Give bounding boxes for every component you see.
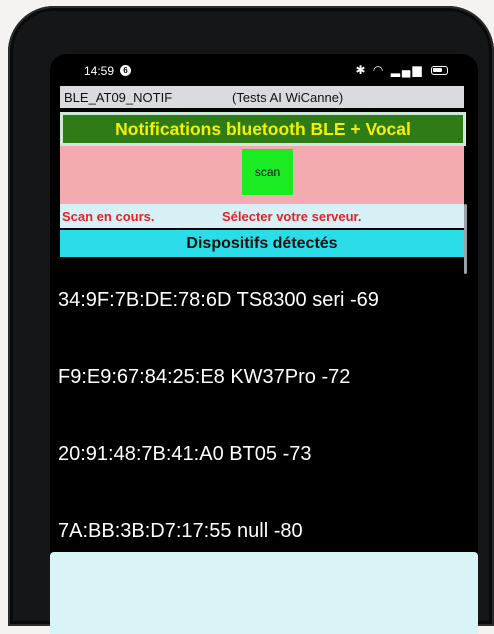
scan-button[interactable]: scan xyxy=(242,149,293,195)
devices-header: Dispositifs détectés xyxy=(60,230,464,257)
device-list-item[interactable]: F9:E9:67:84:25:E8 KW37Pro -72 xyxy=(58,357,468,397)
select-server-prompt: Sélecter votre serveur. xyxy=(222,209,362,224)
bottom-panel xyxy=(50,552,478,634)
app-titlebar: BLE_AT09_NOTIF (Tests AI WiCanne) xyxy=(60,86,464,108)
app-title: BLE_AT09_NOTIF xyxy=(64,90,173,105)
status-icons: ✱ ◠ ▂▄▆ xyxy=(355,63,448,77)
scrollbar[interactable] xyxy=(464,204,467,274)
battery-icon xyxy=(431,66,448,76)
signal-icon: ▂▄▆ xyxy=(390,63,424,77)
phone-screen: 14:59 6 ✱ ◠ ▂▄▆ BLE_AT09_NOTIF (Tests AI… xyxy=(50,54,478,634)
notification-badge: 6 xyxy=(120,65,131,76)
app-subtitle: (Tests AI WiCanne) xyxy=(232,90,344,105)
device-list-item[interactable]: 7A:BB:3B:D7:17:55 null -80 xyxy=(58,511,468,551)
status-time: 14:59 xyxy=(84,64,115,78)
wifi-icon: ◠ xyxy=(372,63,386,77)
scan-area: scan xyxy=(60,146,464,204)
notifications-banner: Notifications bluetooth BLE + Vocal xyxy=(60,112,466,146)
phone-frame: 14:59 6 ✱ ◠ ▂▄▆ BLE_AT09_NOTIF (Tests AI… xyxy=(8,6,494,634)
device-list-item[interactable]: 34:9F:7B:DE:78:6D TS8300 seri -69 xyxy=(58,280,468,320)
scan-status-row: Scan en cours. Sélecter votre serveur. xyxy=(60,204,464,228)
bluetooth-icon: ✱ xyxy=(355,63,368,77)
scan-status-text: Scan en cours. xyxy=(62,209,155,224)
device-list-item[interactable]: 20:91:48:7B:41:A0 BT05 -73 xyxy=(58,434,468,474)
status-bar: 14:59 6 ✱ ◠ ▂▄▆ xyxy=(50,54,478,84)
